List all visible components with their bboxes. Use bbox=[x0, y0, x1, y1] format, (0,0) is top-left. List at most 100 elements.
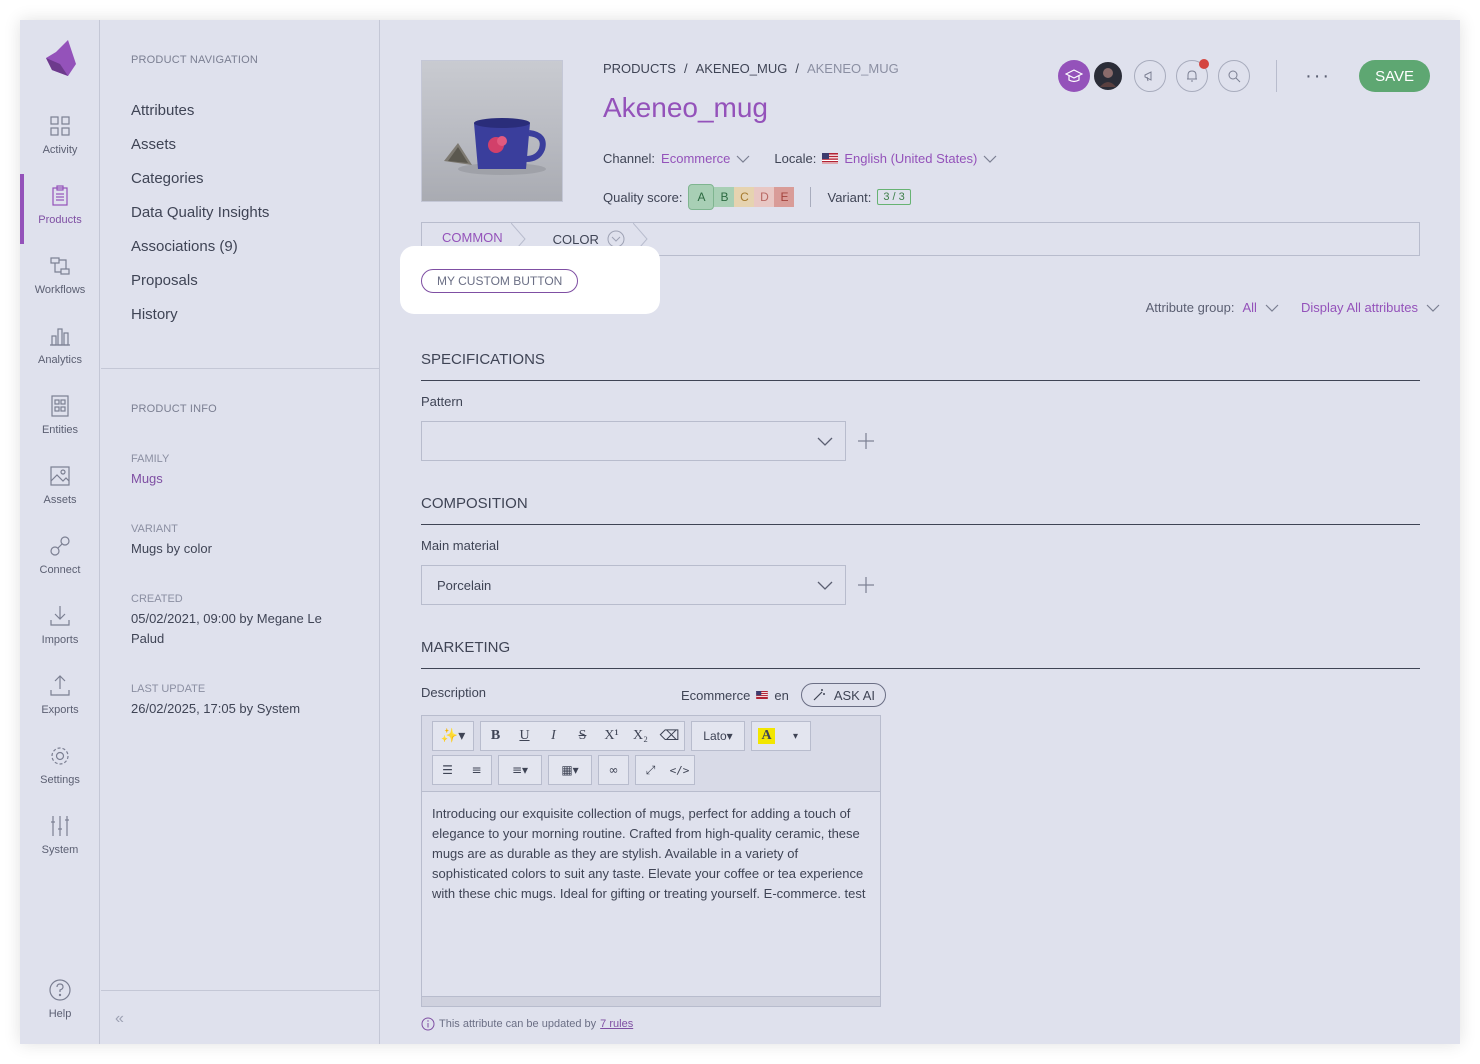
column-link-proposals[interactable]: Proposals bbox=[131, 272, 198, 289]
description-editor[interactable]: ✨▾ B U I S X¹ X₂ ⌫ Lato ▾ A ▾ ☰ ≡ ≡▾ ▦▾ … bbox=[421, 715, 881, 1007]
subscript-button[interactable]: X₂ bbox=[626, 722, 655, 750]
main-material-label: Main material bbox=[421, 538, 500, 553]
created-label: CREATED bbox=[131, 593, 183, 605]
breadcrumb-model[interactable]: AKENEO_MUG bbox=[696, 61, 788, 76]
chevron-down-icon[interactable] bbox=[736, 154, 750, 164]
nav-connect[interactable]: Connect bbox=[20, 524, 100, 594]
meta-separator bbox=[810, 187, 812, 207]
nav-system[interactable]: System bbox=[20, 804, 100, 874]
add-option-icon[interactable] bbox=[857, 576, 875, 594]
text-color-button[interactable]: A bbox=[752, 722, 781, 750]
chevron-down-icon[interactable] bbox=[1265, 303, 1279, 313]
quality-score-label: Quality score: bbox=[603, 189, 683, 205]
list-group: ☰ ≡ bbox=[432, 755, 492, 785]
underline-button[interactable]: U bbox=[510, 722, 539, 750]
notifications-button[interactable] bbox=[1176, 59, 1210, 92]
user-avatar[interactable] bbox=[1092, 60, 1125, 92]
variant-label: VARIANT bbox=[131, 523, 178, 535]
nav-help-label: Help bbox=[48, 1008, 72, 1020]
link-icon[interactable]: ∞ bbox=[599, 756, 628, 784]
announcements-button[interactable] bbox=[1134, 60, 1167, 92]
entities-icon bbox=[51, 395, 69, 417]
code-view-icon[interactable]: </> bbox=[665, 756, 694, 784]
quality-grade-a: A bbox=[688, 184, 715, 210]
section-marketing-title: MARKETING bbox=[421, 639, 1420, 669]
magic-wand-dropdown-icon: ✨▾ bbox=[440, 728, 466, 744]
collapse-column-icon[interactable]: « bbox=[115, 1010, 124, 1028]
mug-illustration bbox=[444, 118, 546, 175]
numbered-list-button[interactable]: ≡ bbox=[462, 756, 491, 784]
view-group: ⤢ </> bbox=[635, 755, 695, 785]
description-text[interactable]: Introducing our exquisite collection of … bbox=[422, 792, 880, 916]
add-option-icon[interactable] bbox=[857, 432, 875, 450]
chevron-down-icon[interactable] bbox=[1426, 303, 1440, 313]
quality-score-badges[interactable]: A B C D E bbox=[688, 184, 795, 210]
column-link-attributes[interactable]: Attributes bbox=[131, 102, 194, 119]
pattern-label: Pattern bbox=[421, 394, 463, 409]
bold-button[interactable]: B bbox=[481, 722, 510, 750]
nav-help[interactable]: Help bbox=[20, 968, 100, 1038]
resize-handle[interactable] bbox=[422, 996, 880, 1006]
strikethrough-button[interactable]: S bbox=[568, 722, 597, 750]
academy-icon[interactable] bbox=[1058, 60, 1091, 92]
nav-exports[interactable]: Exports bbox=[20, 664, 100, 734]
nav-assets[interactable]: Assets bbox=[20, 454, 100, 524]
nav-settings[interactable]: Settings bbox=[20, 734, 100, 804]
breadcrumb-products[interactable]: PRODUCTS bbox=[603, 61, 676, 76]
family-value[interactable]: Mugs bbox=[131, 469, 351, 489]
quality-grade-b: B bbox=[714, 187, 735, 207]
nav-products-label: Products bbox=[38, 214, 82, 226]
pattern-select[interactable] bbox=[421, 421, 846, 461]
nav-imports[interactable]: Imports bbox=[20, 594, 100, 664]
locale-value[interactable]: English (United States) bbox=[844, 151, 977, 166]
column-link-history[interactable]: History bbox=[131, 306, 178, 323]
variant-value: Mugs by color bbox=[131, 541, 212, 556]
quality-grade-d: D bbox=[754, 187, 775, 207]
rules-note: This attribute can be updated by 7 rules bbox=[421, 1017, 633, 1031]
info-icon bbox=[421, 1017, 435, 1031]
actions-separator bbox=[1276, 60, 1278, 92]
variant-count-badge[interactable]: 3 / 3 bbox=[877, 189, 911, 205]
products-icon bbox=[52, 185, 68, 206]
tab-common-label: COMMON bbox=[442, 230, 503, 245]
bullet-list-button[interactable]: ☰ bbox=[433, 756, 462, 784]
my-custom-button[interactable]: MY CUSTOM BUTTON bbox=[421, 269, 579, 293]
ask-ai-button[interactable]: ASK AI bbox=[800, 683, 887, 707]
breadcrumb-separator: / bbox=[795, 61, 799, 76]
search-icon bbox=[1228, 70, 1241, 83]
fullscreen-icon[interactable]: ⤢ bbox=[636, 756, 665, 784]
eraser-icon[interactable]: ⌫ bbox=[655, 722, 684, 750]
nav-activity[interactable]: Activity bbox=[20, 104, 100, 174]
nav-products[interactable]: Products bbox=[20, 174, 100, 244]
chevron-down-icon[interactable] bbox=[983, 154, 997, 164]
product-image[interactable] bbox=[421, 60, 563, 202]
more-actions-button[interactable]: ··· bbox=[1305, 65, 1331, 88]
column-link-associations[interactable]: Associations (9) bbox=[131, 238, 238, 255]
save-button[interactable]: SAVE bbox=[1359, 60, 1430, 92]
column-link-data-quality[interactable]: Data Quality Insights bbox=[131, 204, 269, 221]
nav-analytics[interactable]: Analytics bbox=[20, 314, 100, 384]
settings-icon bbox=[51, 747, 69, 765]
attribute-group-value[interactable]: All bbox=[1242, 300, 1256, 315]
nav-entities[interactable]: Entities bbox=[20, 384, 100, 454]
italic-button[interactable]: I bbox=[539, 722, 568, 750]
column-link-assets[interactable]: Assets bbox=[131, 136, 176, 153]
column-link-categories[interactable]: Categories bbox=[131, 170, 204, 187]
product-navigation-title: PRODUCT NAVIGATION bbox=[131, 54, 259, 66]
font-select[interactable]: Lato ▾ bbox=[691, 721, 745, 751]
text-color-dropdown-icon[interactable]: ▾ bbox=[781, 722, 810, 750]
nav-workflows[interactable]: Workflows bbox=[20, 244, 100, 314]
page-title: Akeneo_mug bbox=[603, 92, 769, 123]
rules-link[interactable]: 7 rules bbox=[600, 1018, 633, 1030]
superscript-button[interactable]: X¹ bbox=[597, 722, 626, 750]
search-button[interactable] bbox=[1218, 60, 1251, 92]
akeneo-logo-icon[interactable] bbox=[42, 40, 78, 78]
magic-format-button[interactable]: ✨▾ bbox=[432, 721, 474, 751]
product-info-title: PRODUCT INFO bbox=[131, 403, 217, 415]
main-material-select[interactable]: Porcelain bbox=[421, 565, 846, 605]
channel-value[interactable]: Ecommerce bbox=[661, 151, 730, 166]
display-attributes-filter[interactable]: Display All attributes bbox=[1301, 300, 1418, 315]
table-dropdown[interactable]: ▦▾ bbox=[548, 755, 592, 785]
bell-icon bbox=[1187, 70, 1198, 82]
align-dropdown[interactable]: ≡▾ bbox=[498, 755, 542, 785]
